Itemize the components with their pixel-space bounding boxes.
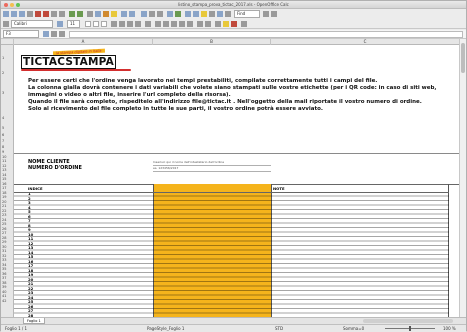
new-document-icon[interactable] [3,11,9,17]
zoom-slider-thumb[interactable] [409,326,411,331]
formatting-toolbar: Calibri 11 [1,19,466,29]
add-decimal-icon[interactable] [179,21,185,27]
column-header-a[interactable]: A [14,39,153,45]
percent-format-icon[interactable] [163,21,169,27]
formula-bar: F3 [1,30,466,39]
export-pdf-icon[interactable] [43,11,49,17]
scrollbar-thumb[interactable] [461,43,465,73]
zoom-icon[interactable] [217,11,223,17]
insert-chart-icon[interactable] [167,11,173,17]
column-header-c[interactable]: C [271,39,459,45]
align-right-icon[interactable] [127,21,133,27]
font-color-icon[interactable] [231,21,237,27]
autospell-icon[interactable] [77,11,83,17]
title-bar: listino_stampa_prova_tictac_2017.xls - O… [1,1,466,9]
table-row-lines [14,192,449,319]
format-paintbrush-icon[interactable] [111,11,117,17]
logo-swoosh-icon [21,69,131,71]
horizontal-scrollbar[interactable] [363,319,453,323]
align-left-icon[interactable] [111,21,117,27]
find-next-icon[interactable] [263,11,269,17]
row-header[interactable]: 42 [1,299,14,304]
currency-format-icon[interactable] [155,21,161,27]
underline-icon[interactable] [101,21,107,27]
window-title: listino_stampa_prova_tictac_2017.xls - O… [178,2,289,7]
delete-decimal-icon[interactable] [187,21,193,27]
open-file-icon[interactable] [11,11,17,17]
increase-indent-icon[interactable] [205,21,211,27]
merge-cells-icon[interactable] [145,21,151,27]
font-size-dropdown[interactable]: 11 [67,20,80,28]
hyperlink-icon[interactable] [141,11,147,17]
sort-descending-icon[interactable] [157,11,163,17]
app-window: listino_stampa_prova_tictac_2017.xls - O… [0,0,467,332]
justify-icon[interactable] [135,21,141,27]
find-input[interactable]: Find [234,10,260,18]
spellcheck-icon[interactable] [69,11,75,17]
order-number-label: NUMERO D'ORDINE [28,165,82,171]
italic-icon[interactable] [93,21,99,27]
decrease-indent-icon[interactable] [197,21,203,27]
paste-icon[interactable] [103,11,109,17]
row-header[interactable]: 6 [1,132,14,139]
instruction-line: Quando il file sarà completo, rispeditel… [28,99,422,105]
logo-wordmark: TICTACSTAMPA [21,55,116,69]
standard-format-icon[interactable] [171,21,177,27]
edit-file-icon[interactable] [35,11,41,17]
row-header[interactable]: 5 [1,125,14,132]
show-draw-functions-icon[interactable] [175,11,181,17]
standard-toolbar: Find [1,9,466,19]
print-preview-icon[interactable] [59,11,65,17]
navigator-icon[interactable] [193,11,199,17]
sum-icon[interactable] [51,31,57,37]
row-header[interactable]: 1 [1,45,14,71]
cut-icon[interactable] [87,11,93,17]
data-sources-icon[interactable] [209,11,215,17]
find-previous-icon[interactable] [271,11,277,17]
row-header[interactable]: 3 [1,76,14,111]
instruction-line: La colonna gialla dovrà contenere i dati… [28,85,437,98]
instruction-line: Solo al ricevimento del file completo in… [28,106,323,112]
redo-icon[interactable] [129,11,135,17]
font-name-dropdown[interactable]: Calibri [11,20,53,28]
print-icon[interactable] [51,11,57,17]
copy-icon[interactable] [95,11,101,17]
order-number-field[interactable]: es. 123456/2017 [153,165,271,172]
vertical-scrollbar[interactable] [459,39,466,319]
column-header-bar: A B C [1,39,459,45]
find-replace-icon[interactable] [185,11,191,17]
spreadsheet-grid[interactable]: A B C 1 2 3 4 5 6 7 8 9 10 11 12 13 14 1… [1,39,459,319]
borders-icon[interactable] [215,21,221,27]
help-icon[interactable] [225,11,231,17]
brand-logo: la stampa digitale in Italia TICTACSTAMP… [21,48,141,72]
row-header[interactable]: 4 [1,111,14,125]
instruction-line: Per essere certi che l'ordine venga lavo… [28,78,378,84]
column-header-b[interactable]: B [153,39,271,45]
undo-icon[interactable] [121,11,127,17]
styles-icon[interactable] [3,21,9,27]
toggle-grid-icon[interactable] [241,21,247,27]
section-divider [14,153,459,154]
function-wizard-icon[interactable] [43,31,49,37]
font-name-arrow-icon[interactable] [57,21,63,27]
sort-ascending-icon[interactable] [149,11,155,17]
notes-header: NOTE [273,186,285,191]
instructions-block: Per essere certi che l'ordine venga lavo… [28,78,456,113]
variable-data-header-cell [153,184,271,192]
formula-input[interactable] [69,31,463,38]
background-color-icon[interactable] [223,21,229,27]
function-icon[interactable] [59,31,65,37]
gallery-icon[interactable] [201,11,207,17]
name-box[interactable]: F3 [3,30,39,38]
align-center-icon[interactable] [119,21,125,27]
row-header-bar: 1 2 3 4 5 6 7 8 9 10 11 12 13 14 15 16 1… [1,45,14,319]
sheet-tab-bar: Foglio 1 [1,317,466,324]
save-icon[interactable] [19,11,25,17]
bold-icon[interactable] [85,21,91,27]
email-icon[interactable] [27,11,33,17]
